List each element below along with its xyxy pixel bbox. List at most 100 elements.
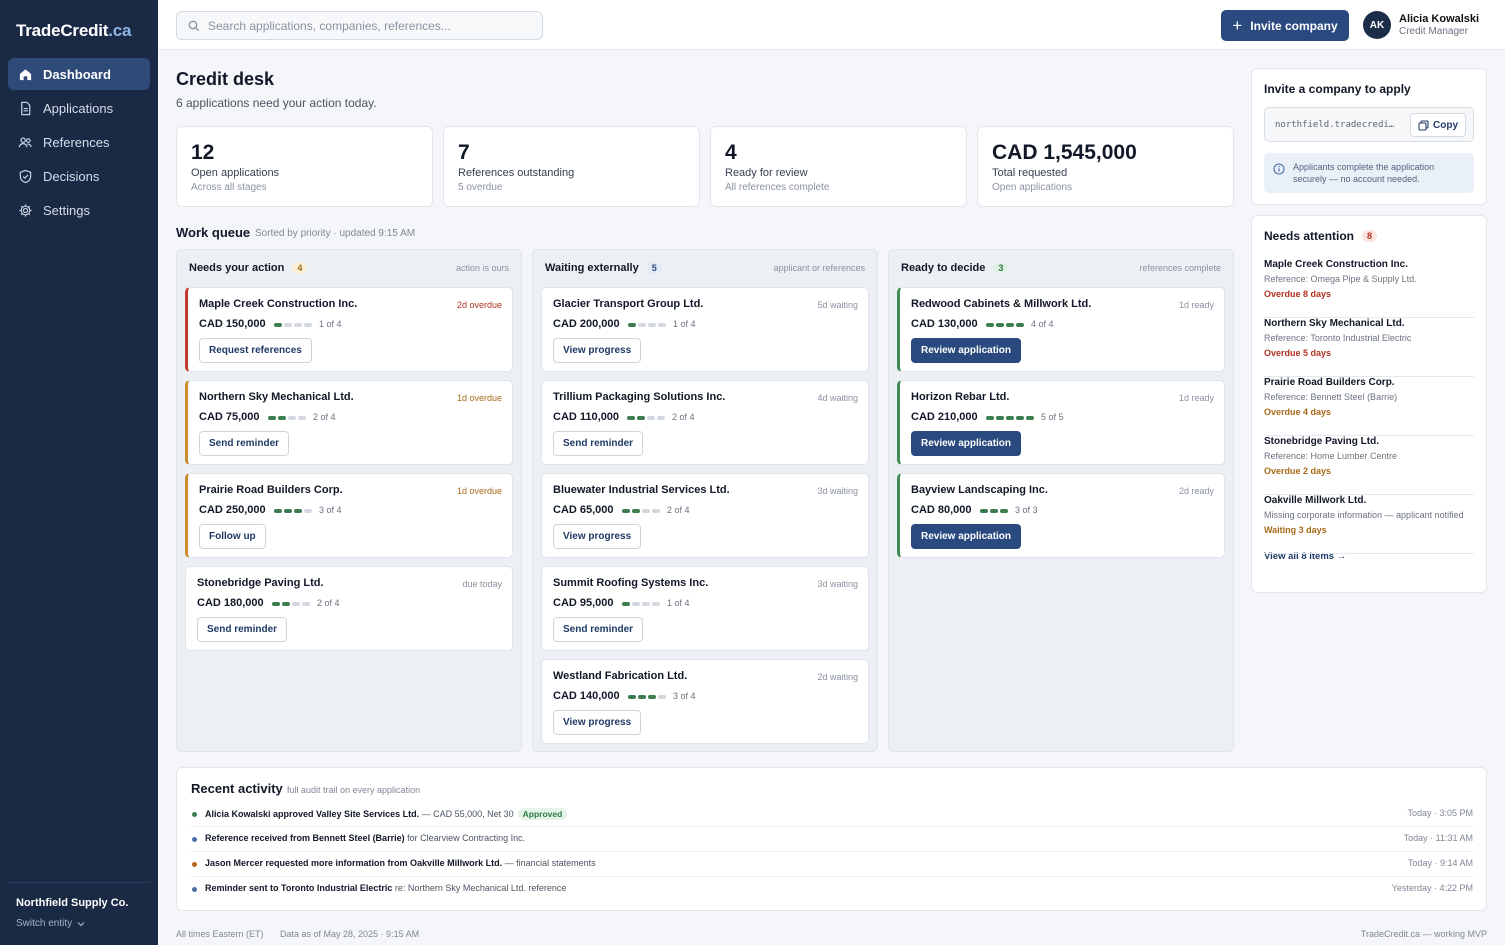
requested-amount: CAD 150,000 — [199, 318, 266, 330]
stat-card-references-outstanding[interactable]: 7 References outstanding 5 overdue — [443, 126, 700, 207]
attention-item[interactable]: Stonebridge Paving Ltd. Reference: Home L… — [1264, 436, 1474, 495]
column-count-badge: 5 — [646, 262, 662, 274]
recent-activity-meta: full audit trail on every application — [287, 785, 421, 795]
queue-card[interactable]: Prairie Road Builders Corp. 1d overdue CAD… — [185, 473, 513, 558]
sidebar-item-decisions[interactable]: Decisions — [8, 160, 150, 192]
sidebar-item-references[interactable]: References — [8, 126, 150, 158]
card-action-button[interactable]: Follow up — [199, 524, 266, 549]
card-action-button[interactable]: Send reminder — [197, 617, 288, 642]
card-status: due today — [462, 579, 502, 589]
queue-card[interactable]: Maple Creek Construction Inc. 2d overdue C… — [185, 287, 513, 372]
progress-segment — [1016, 323, 1024, 327]
progress-segment — [657, 416, 665, 420]
card-action-button[interactable]: Review application — [911, 338, 1022, 363]
page-title: Credit desk — [176, 69, 275, 89]
queue-card[interactable]: Glacier Transport Group Ltd. 5d waiting CA… — [541, 287, 869, 372]
chevron-down-icon — [77, 921, 85, 926]
progress-text: 3 of 4 — [319, 505, 342, 515]
progress-segment — [996, 416, 1004, 420]
users-icon — [18, 136, 32, 147]
activity-row[interactable]: Alicia Kowalski approved Valley Site Ser… — [191, 802, 1473, 827]
activity-row[interactable]: Reminder sent to Toronto Industrial Elec… — [191, 877, 1473, 902]
progress-text: 2 of 4 — [672, 412, 695, 422]
sidebar-item-settings[interactable]: Settings — [8, 194, 150, 226]
queue-card[interactable]: Bluewater Industrial Services Ltd. 3d wai… — [541, 473, 869, 558]
stat-value: 12 — [191, 141, 215, 164]
card-status: 3d waiting — [817, 579, 858, 589]
copy-link-button[interactable]: Copy — [1410, 113, 1466, 137]
switch-entity-button[interactable]: Switch entity — [16, 918, 150, 929]
sidebar-item-label: Dashboard — [43, 66, 111, 82]
sidebar-item-dashboard[interactable]: Dashboard — [8, 58, 150, 90]
queue-card[interactable]: Horizon Rebar Ltd. 1d ready CAD 210,000 5 o… — [897, 380, 1225, 465]
card-action-button[interactable]: Request references — [199, 338, 312, 363]
footer-data-asof: Data as of May 28, 2025 · 9:15 AM — [280, 929, 420, 939]
progress-text: 1 of 4 — [319, 319, 342, 329]
invite-link-text[interactable]: northfield.tradecredit.ca/apply — [1275, 120, 1395, 130]
attention-item[interactable]: Prairie Road Builders Corp. Reference: Be… — [1264, 377, 1474, 436]
card-action-button[interactable]: Send reminder — [553, 617, 644, 642]
document-icon — [21, 101, 31, 115]
card-action-button[interactable]: Review application — [911, 431, 1022, 456]
progress-segment — [642, 602, 650, 606]
stat-sub: All references complete — [725, 182, 830, 193]
avatar[interactable]: AK — [1363, 11, 1391, 39]
queue-card[interactable]: Trillium Packaging Solutions Inc. 4d wait… — [541, 380, 869, 465]
card-action-button[interactable]: Send reminder — [553, 431, 644, 456]
invite-panel-title: Invite a company to apply — [1264, 82, 1411, 96]
user-role: Credit Manager — [1399, 26, 1468, 37]
progress-segment — [304, 323, 312, 327]
column-header: Needs your action 4 — [189, 262, 308, 274]
card-action-button[interactable]: View progress — [553, 710, 642, 735]
activity-row[interactable]: Reference received from Bennett Steel (B… — [191, 827, 1473, 852]
progress-text: 5 of 5 — [1041, 412, 1064, 422]
progress-segment — [642, 509, 650, 513]
card-action-button[interactable]: View progress — [553, 338, 642, 363]
card-action-button[interactable]: Send reminder — [199, 431, 290, 456]
activity-row[interactable]: Jason Mercer requested more information … — [191, 852, 1473, 877]
progress-dots — [622, 509, 662, 513]
column-meta: action is ours — [455, 263, 509, 273]
attention-item[interactable]: Maple Creek Construction Inc. Reference: … — [1264, 259, 1474, 318]
card-status: 5d waiting — [817, 300, 858, 310]
company-name: Northern Sky Mechanical Ltd. — [199, 391, 354, 403]
card-action-button[interactable]: Review application — [911, 524, 1022, 549]
recent-activity-panel: Recent activity full audit trail on ever… — [176, 767, 1487, 911]
progress-dots — [628, 323, 668, 327]
stat-card-total-requested[interactable]: CAD 1,545,000 Total requested Open appli… — [977, 126, 1234, 207]
entity-name: Northfield Supply Co. — [16, 897, 129, 909]
queue-card[interactable]: Bayview Landscaping Inc. 2d ready CAD 80,0… — [897, 473, 1225, 558]
stat-card-ready-for-review[interactable]: 4 Ready for review All references comple… — [710, 126, 967, 207]
work-queue-meta: Sorted by priority · updated 9:15 AM — [255, 228, 416, 239]
column-title: Needs your action — [189, 262, 285, 274]
search-input[interactable] — [208, 18, 528, 33]
progress-segment — [638, 695, 646, 699]
plus-icon: + — [1232, 16, 1243, 35]
invite-company-button[interactable]: + Invite company — [1221, 10, 1349, 41]
search-bar[interactable] — [176, 11, 543, 40]
queue-card[interactable]: Stonebridge Paving Ltd. due today CAD 180,… — [185, 566, 513, 651]
company-name: Summit Roofing Systems Inc. — [553, 577, 709, 589]
stat-card-open-applications[interactable]: 12 Open applications Across all stages — [176, 126, 433, 207]
column-header: Waiting externally 5 — [545, 262, 662, 274]
card-action-button[interactable]: View progress — [553, 524, 642, 549]
entity-switcher: Northfield Supply Co. Switch entity — [8, 882, 150, 929]
progress-segment — [622, 602, 630, 606]
progress-dots — [274, 323, 314, 327]
queue-card[interactable]: Redwood Cabinets & Millwork Ltd. 1d ready… — [897, 287, 1225, 372]
progress-text: 2 of 4 — [313, 412, 336, 422]
recent-activity-title: Recent activity — [191, 781, 283, 796]
card-status: 1d overdue — [456, 486, 502, 496]
attention-detail: Reference: Toronto Industrial Electric — [1264, 333, 1412, 343]
attention-company: Northern Sky Mechanical Ltd. — [1264, 318, 1405, 329]
attention-item[interactable]: Northern Sky Mechanical Ltd. Reference: T… — [1264, 318, 1474, 377]
stat-value: 7 — [458, 141, 470, 164]
queue-card[interactable]: Northern Sky Mechanical Ltd. 1d overdue CA… — [185, 380, 513, 465]
progress-segment — [1006, 416, 1014, 420]
queue-card[interactable]: Westland Fabrication Ltd. 2d waiting CAD 1… — [541, 659, 869, 744]
attention-item[interactable]: Oakville Millwork Ltd. Missing corporate … — [1264, 495, 1474, 554]
progress-dots — [274, 509, 314, 513]
queue-card[interactable]: Summit Roofing Systems Inc. 3d waiting CAD… — [541, 566, 869, 651]
sidebar-item-applications[interactable]: Applications — [8, 92, 150, 124]
brand-logo[interactable]: TradeCredit.ca — [16, 21, 132, 41]
